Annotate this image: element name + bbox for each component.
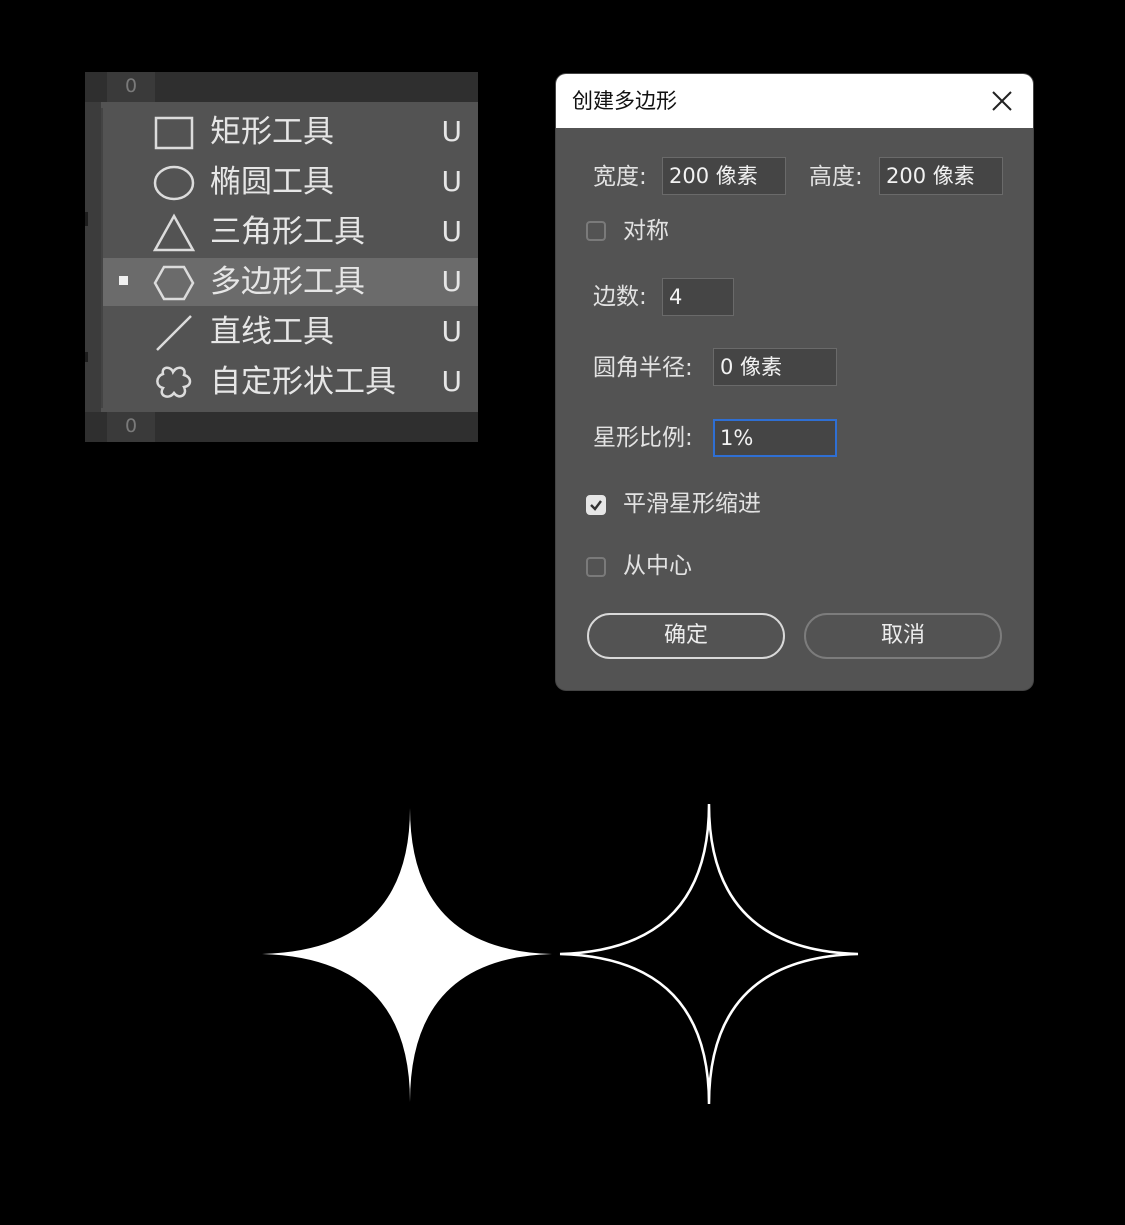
ellipse-icon: [153, 165, 195, 201]
outlined-star-shape: [559, 803, 859, 1105]
menu-item-shortcut: U: [441, 315, 463, 348]
menu-item-label: 直线工具: [210, 314, 334, 350]
checkmark-icon: [590, 500, 602, 511]
menu-item-label: 三角形工具: [210, 214, 365, 250]
flyout-left-edge: [85, 102, 101, 412]
from-center-label: 从中心: [623, 553, 692, 579]
menu-item-triangle-tool[interactable]: 三角形工具 U: [103, 208, 478, 256]
polygon-icon: [153, 265, 195, 301]
rectangle-icon: [154, 116, 194, 150]
width-label: 宽度:: [593, 164, 647, 190]
flyout-menu: 矩形工具 U 椭圆工具 U 三角形工具 U 多边形工具 U 直线工具 U 自定形…: [101, 108, 478, 408]
menu-item-label: 椭圆工具: [210, 164, 334, 200]
close-icon[interactable]: [989, 88, 1015, 114]
menu-item-custom-shape-tool[interactable]: 自定形状工具 U: [103, 358, 478, 406]
triangle-icon: [153, 213, 195, 252]
smooth-star-indent-checkbox[interactable]: [586, 495, 606, 515]
menu-item-ellipse-tool[interactable]: 椭圆工具 U: [103, 158, 478, 206]
custom-shape-icon: [156, 366, 192, 398]
menu-item-line-tool[interactable]: 直线工具 U: [103, 308, 478, 356]
dialog-title: 创建多边形: [572, 89, 677, 113]
menu-item-shortcut: U: [441, 215, 463, 248]
flyout-bottom-tab: 0: [107, 412, 155, 442]
menu-item-label: 自定形状工具: [210, 364, 396, 400]
corner-radius-input[interactable]: 0 像素: [713, 348, 837, 386]
line-icon: [156, 315, 192, 351]
dialog-titlebar: 创建多边形: [556, 74, 1033, 128]
menu-item-polygon-tool[interactable]: 多边形工具 U: [103, 258, 478, 306]
symmetric-label: 对称: [623, 218, 669, 244]
menu-item-shortcut: U: [441, 165, 463, 198]
edge-mark: [85, 352, 88, 362]
menu-item-shortcut: U: [441, 365, 463, 398]
star-ratio-label: 星形比例:: [593, 425, 693, 451]
sides-label: 边数:: [593, 284, 647, 310]
flyout-top-tab: 0: [107, 72, 155, 102]
smooth-star-indent-label: 平滑星形缩进: [623, 491, 761, 517]
shape-tool-flyout: 0 矩形工具 U 椭圆工具 U 三角形工具 U 多边形工具 U 直线工具 U 自…: [85, 72, 478, 442]
star-ratio-input[interactable]: 1%: [713, 419, 837, 457]
create-polygon-dialog: 创建多边形 宽度: 200 像素 高度: 200 像素 对称 边数: 4 圆角半…: [556, 74, 1033, 690]
menu-item-shortcut: U: [441, 115, 463, 148]
sides-input[interactable]: 4: [662, 278, 734, 316]
flyout-top-strip: 0: [85, 72, 478, 102]
menu-item-label: 多边形工具: [210, 264, 365, 300]
flyout-bottom-strip: 0: [85, 412, 478, 442]
from-center-checkbox[interactable]: [586, 557, 606, 577]
corner-radius-label: 圆角半径:: [593, 355, 693, 381]
cancel-button[interactable]: 取消: [804, 613, 1002, 659]
filled-star-shape: [262, 808, 552, 1102]
symmetric-checkbox[interactable]: [586, 221, 606, 241]
star-shapes-preview: [262, 803, 859, 1105]
ok-button[interactable]: 确定: [587, 613, 785, 659]
edge-mark: [85, 212, 88, 226]
menu-item-shortcut: U: [441, 265, 463, 298]
active-tool-indicator: [119, 276, 128, 285]
menu-item-rectangle-tool[interactable]: 矩形工具 U: [103, 108, 478, 156]
menu-item-label: 矩形工具: [210, 114, 334, 150]
width-input[interactable]: 200 像素: [662, 157, 786, 195]
height-input[interactable]: 200 像素: [879, 157, 1003, 195]
height-label: 高度:: [809, 164, 863, 190]
